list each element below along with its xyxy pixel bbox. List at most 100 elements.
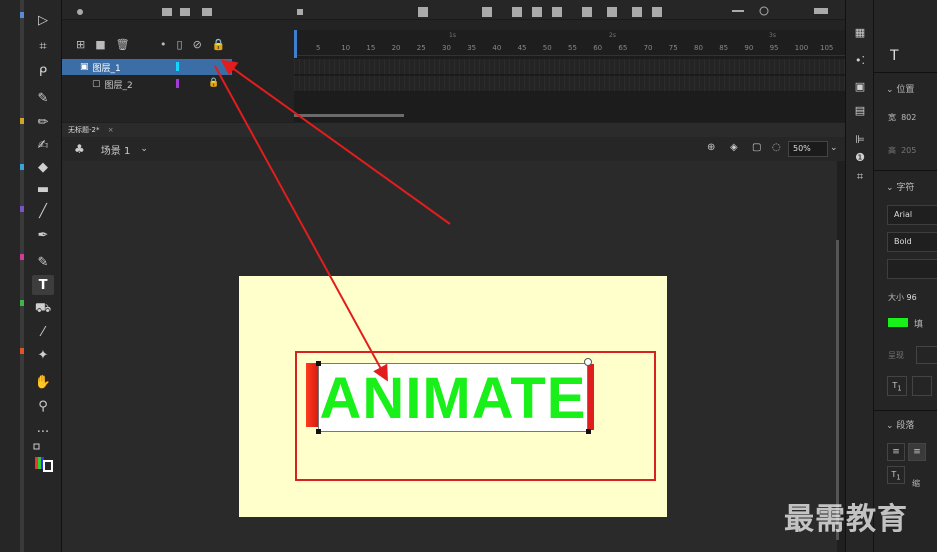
layer-lock-icon[interactable]: 🔒: [208, 78, 219, 88]
clip-icon[interactable]: ◈: [730, 142, 738, 153]
render-select[interactable]: [916, 346, 937, 364]
ruler-tick-label: 15: [366, 44, 376, 52]
delete-layer-icon[interactable]: 🗑: [116, 38, 130, 52]
paragraph-section-header[interactable]: ⌄ 段落: [886, 418, 914, 431]
zoom-tool-icon[interactable]: ⚲: [32, 396, 54, 416]
layer-row-1[interactable]: ▣ 图层_1: [62, 59, 232, 75]
frame-row-1[interactable]: [294, 59, 899, 75]
layer-visibility-controls: • ▯ ⊘ 🔒: [160, 38, 225, 52]
lasso-tool-icon[interactable]: ᑭ: [32, 62, 54, 82]
character-section-header[interactable]: ⌄ 字符: [886, 180, 914, 193]
indent-button[interactable]: T1: [887, 466, 905, 484]
ruler-second-label: 3s: [769, 32, 776, 39]
eraser-tool-icon[interactable]: ◆: [32, 157, 54, 177]
highlight-icon[interactable]: •: [160, 38, 167, 52]
close-tab-icon[interactable]: ×: [108, 126, 114, 134]
layer-row-2[interactable]: ▢ 图层_2 🔒: [62, 76, 232, 92]
ink-tool-icon[interactable]: ✎: [32, 252, 54, 272]
panel-icon-motion[interactable]: •⁚: [852, 54, 868, 67]
zoom-select[interactable]: 50%: [788, 141, 828, 157]
line-tool-icon[interactable]: ╱: [32, 201, 54, 221]
scene-label[interactable]: 场景 1: [101, 142, 131, 157]
chevron-down-icon[interactable]: ⌄: [140, 144, 148, 154]
scene-icon: ♣: [74, 142, 85, 156]
ruler-tick-label: 10: [341, 44, 351, 52]
align-left-button[interactable]: ≡: [887, 443, 905, 461]
frame-row-2[interactable]: [294, 76, 899, 92]
panel-icon-swatches[interactable]: ▤: [852, 104, 868, 117]
ruler-tick-label: 100: [794, 44, 809, 52]
document-tab[interactable]: 无标题-2* ×: [62, 123, 845, 137]
timeline-hscroll[interactable]: [294, 114, 404, 117]
text-field[interactable]: ANIMATE: [318, 363, 588, 432]
tool-marker: [20, 254, 24, 260]
hand-tool-icon[interactable]: ✋: [32, 372, 54, 392]
ruler-tick-label: 25: [416, 44, 426, 52]
timeline-toolbar: [62, 0, 845, 20]
stroke-fill-swatch-icon[interactable]: [33, 443, 55, 475]
panel-divider: [874, 170, 937, 171]
position-section-header[interactable]: ⌄ 位置: [886, 82, 914, 95]
animate-window: ▷ ⌗ ᑭ ✎ ✏ ✍ ◆ ▬ ╱ ✒ ✎ T ⛟ ⁄ ✦ ✋ ⚲ ··· ⊞ …: [0, 0, 937, 552]
more-tools-icon[interactable]: ···: [32, 422, 54, 442]
selection-handle[interactable]: [316, 429, 321, 434]
superscript-button[interactable]: [912, 376, 932, 396]
resize-handle-circle[interactable]: [584, 358, 592, 366]
font-family-select[interactable]: Arial: [887, 205, 937, 225]
lock-all-icon[interactable]: 🔒: [212, 38, 226, 52]
pin-tool-icon[interactable]: ✦: [32, 345, 54, 365]
pen-tool-icon[interactable]: ✒: [32, 225, 54, 245]
subscript-button[interactable]: T1: [887, 376, 907, 396]
panel-icons-strip: ▦ •⁚ ▣ ▤ ⊫ ❶ ⌗: [845, 0, 873, 552]
brush-tool-icon[interactable]: ✎: [32, 88, 54, 108]
transform-tool-icon[interactable]: ⌗: [32, 36, 54, 56]
rotate-icon[interactable]: ◌: [772, 142, 781, 153]
ruler-tick-label: 65: [618, 44, 628, 52]
fit-icon[interactable]: ▢: [752, 142, 761, 153]
frames-area[interactable]: 5 10 15 20 25 30 35 40 45 50 55 60 65 70 75 80 85 90 95 100…: [294, 30, 899, 122]
rectangle-tool-icon[interactable]: ▬: [32, 179, 54, 199]
font-field[interactable]: [887, 259, 937, 279]
outline-icon[interactable]: ▯: [177, 38, 183, 52]
right-red-bar[interactable]: [588, 364, 594, 430]
align-center-button[interactable]: ≡: [908, 443, 926, 461]
info-icon[interactable]: ❶: [852, 151, 868, 164]
ruler-tick-label: 5: [316, 44, 321, 52]
ruler-tick-label: 90: [744, 44, 754, 52]
selection-handle[interactable]: [586, 429, 591, 434]
watermark: 最需教育: [784, 502, 908, 537]
layer-color-chip: [176, 79, 179, 88]
eyedropper-icon[interactable]: ⁄: [32, 322, 54, 342]
ruler-tick-label: 105: [820, 44, 834, 52]
font-style-select[interactable]: Bold: [887, 232, 937, 252]
ruler-tick-label: 60: [593, 44, 603, 52]
panel-icon-frame[interactable]: ▣: [852, 80, 868, 93]
height-field[interactable]: 高 205: [888, 145, 916, 156]
fill-label: 填: [914, 320, 924, 330]
transform-panel-icon[interactable]: ⌗: [852, 170, 868, 184]
animate-text[interactable]: ANIMATE: [319, 364, 587, 433]
size-field[interactable]: 大小 96: [888, 292, 917, 303]
center-stage-icon[interactable]: ⊕: [707, 142, 715, 153]
paint-bucket-icon[interactable]: ⛟: [32, 299, 54, 319]
timeline-panel: ⊞ ■ 🗑 • ▯ ⊘ 🔒 ▣ 图层_1 ▢ 图层_2 🔒 5 10 15 20 25 3…: [62, 0, 899, 122]
width-field[interactable]: 宽 802: [888, 112, 916, 123]
scene-bar: ♣ 场景 1 ⌄ ⊕ ◈ ▢ ◌ 50% ⌄: [62, 137, 845, 161]
toolbar-color-strip: [20, 0, 24, 552]
selection-tool-icon[interactable]: ▷: [32, 10, 54, 30]
hide-icon[interactable]: ⊘: [193, 38, 202, 52]
align-icon[interactable]: ⊫: [852, 133, 868, 146]
document-title: 无标题-2*: [68, 126, 100, 134]
playhead[interactable]: [294, 30, 297, 58]
pencil-tool-icon[interactable]: ✏: [32, 112, 54, 132]
text-tool-icon[interactable]: T: [32, 275, 54, 295]
new-layer-icon[interactable]: ⊞: [76, 38, 85, 52]
selection-handle[interactable]: [316, 361, 321, 366]
zoom-chevron-icon[interactable]: ⌄: [830, 143, 838, 153]
panel-divider: [874, 72, 937, 73]
fill-color-swatch[interactable]: [888, 318, 908, 327]
panel-icon-library[interactable]: ▦: [852, 26, 868, 39]
new-folder-icon[interactable]: ■: [95, 38, 105, 52]
paint-brush-icon[interactable]: ✍: [32, 135, 54, 155]
frame-ruler: 5 10 15 20 25 30 35 40 45 50 55 60 65 70 75 80 85 90 95 100…: [294, 30, 899, 56]
